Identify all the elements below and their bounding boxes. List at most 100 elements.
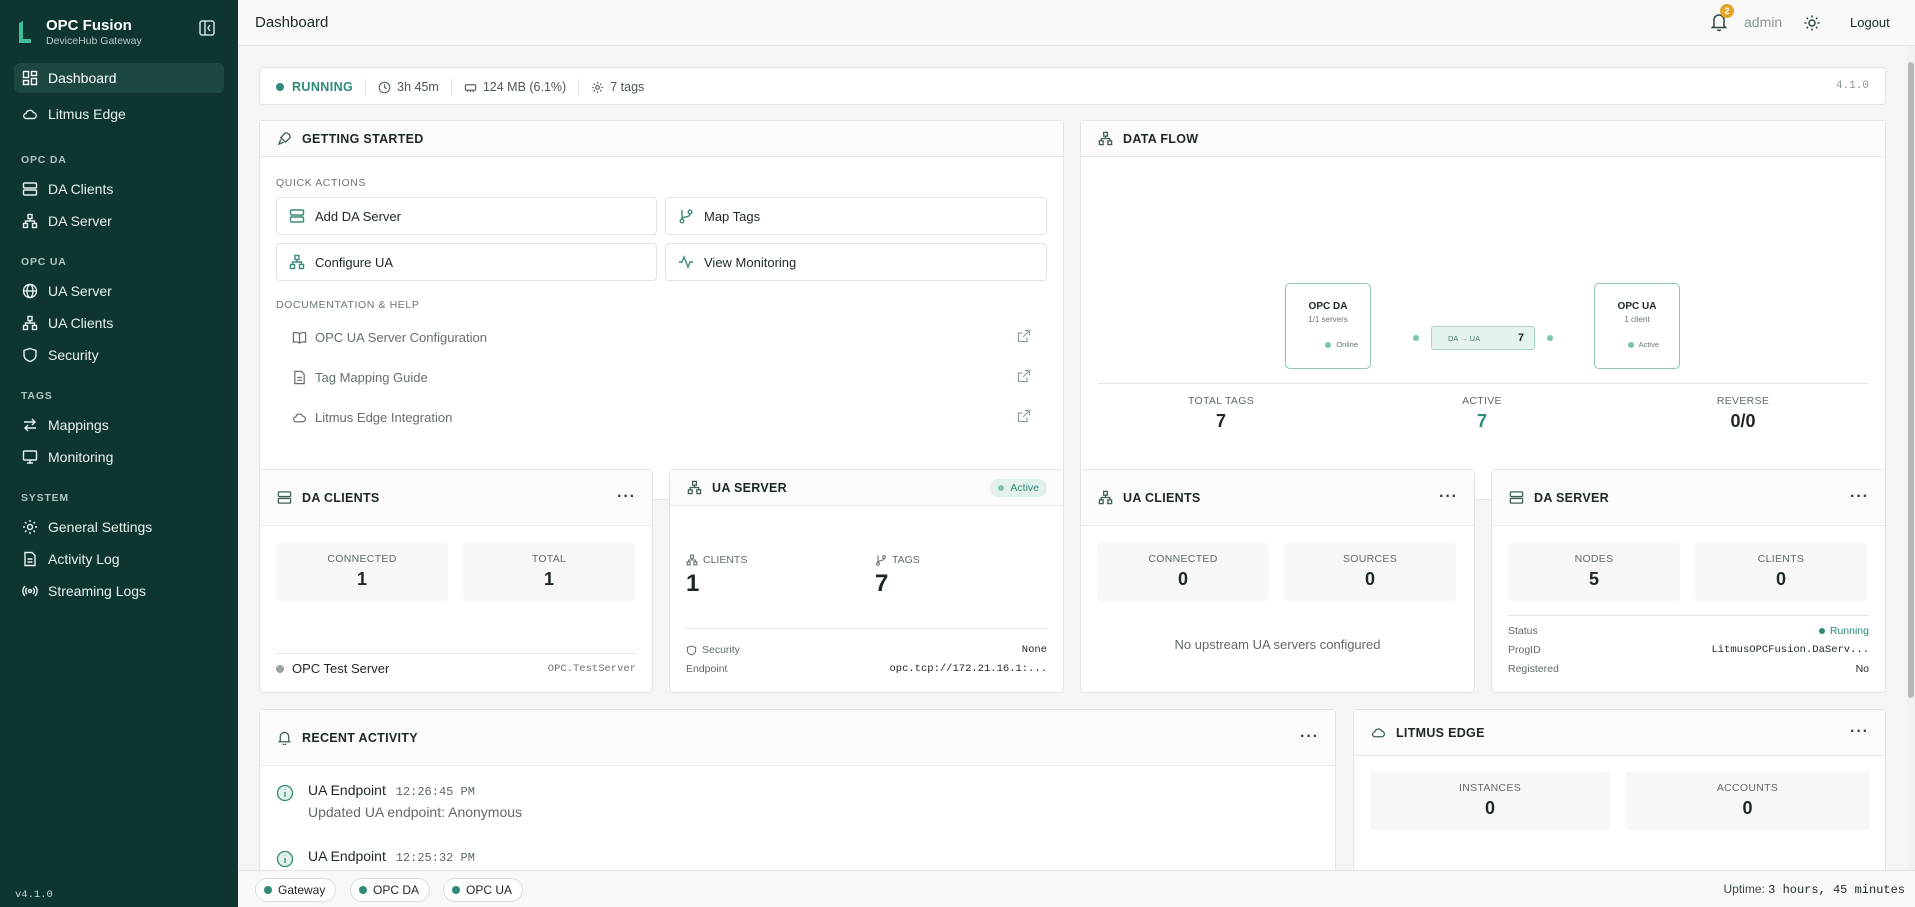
activity-title: UA Endpoint: [308, 848, 386, 864]
scrollbar-thumb[interactable]: [1908, 62, 1914, 698]
status-uptime: 3h 45m: [397, 80, 439, 94]
sidebar-item-general-settings[interactable]: General Settings: [14, 512, 224, 542]
dashboard-icon: [22, 70, 38, 86]
status-tags: 7 tags: [610, 80, 645, 94]
status-row: Status Running: [1508, 625, 1869, 637]
more-options-icon[interactable]: ···: [1439, 488, 1458, 506]
rocket-icon: [277, 132, 291, 146]
stat-accounts: ACCOUNTS 0: [1625, 772, 1870, 830]
list-item[interactable]: OPC Test Server OPC.TestServer: [276, 661, 636, 676]
stat-total: TOTAL 1: [463, 543, 635, 601]
sidebar-item-litmus-edge[interactable]: Litmus Edge: [14, 99, 224, 129]
add-da-server-button[interactable]: Add DA Server: [276, 197, 657, 235]
sidebar-item-da-clients[interactable]: DA Clients: [14, 174, 224, 204]
card-header: UA SERVER Active: [670, 470, 1063, 506]
stat-connected: CONNECTED 1: [276, 543, 448, 601]
stat-clients: CLIENTS 0: [1695, 543, 1867, 601]
kv-label: ProgID: [1508, 644, 1541, 656]
pill-label: OPC DA: [373, 883, 420, 897]
sidebar-collapse-icon[interactable]: [198, 19, 216, 37]
page-title: Dashboard: [255, 14, 329, 31]
sidebar-item-streaming-logs[interactable]: Streaming Logs: [14, 576, 224, 606]
card-title: RECENT ACTIVITY: [302, 730, 418, 745]
server-icon: [22, 182, 38, 196]
network-icon: [22, 213, 38, 229]
cloud-icon: [23, 109, 37, 120]
main-scrollbar[interactable]: [1907, 46, 1915, 870]
sidebar-item-label: Litmus Edge: [48, 106, 126, 122]
server-name: OPC Test Server: [292, 661, 390, 676]
stat-label: CONNECTED: [327, 553, 397, 565]
sidebar-item-activity-log[interactable]: Activity Log: [14, 544, 224, 574]
stat-label: ACCOUNTS: [1716, 782, 1779, 794]
sidebar-section-system: SYSTEM: [21, 492, 69, 504]
logout-button[interactable]: Logout: [1850, 15, 1890, 30]
sidebar-item-dashboard[interactable]: Dashboard: [14, 63, 224, 93]
docs-heading: DOCUMENTATION & HELP: [276, 299, 420, 311]
opc-ua-status-pill[interactable]: OPC UA: [443, 878, 524, 902]
sun-icon[interactable]: [1803, 14, 1821, 32]
configure-ua-button[interactable]: Configure UA: [276, 243, 657, 281]
sidebar-item-mappings[interactable]: Mappings: [14, 410, 224, 440]
sidebar-item-label: UA Server: [48, 283, 112, 299]
stat-value: 0/0: [1730, 411, 1756, 431]
status-footer: Gateway OPC DA OPC UA Uptime: 3 hours, 4…: [238, 870, 1915, 907]
sidebar-item-ua-server[interactable]: UA Server: [14, 276, 224, 306]
flow-node-title: OPC UA: [1617, 301, 1657, 312]
kv-label: Registered: [1508, 663, 1559, 675]
external-link-icon[interactable]: [1017, 409, 1031, 423]
stat-value: 7: [1215, 411, 1226, 431]
branch-icon: [679, 209, 693, 224]
network-icon: [22, 315, 38, 331]
notification-badge: 2: [1720, 4, 1734, 18]
stat-label: CONNECTED: [1148, 553, 1218, 565]
opc-da-status-pill[interactable]: OPC DA: [350, 878, 431, 902]
sidebar: OPC Fusion DeviceHub Gateway Dashboard L…: [0, 0, 238, 907]
registered-row: Registered No: [1508, 663, 1869, 675]
user-name[interactable]: admin: [1744, 14, 1782, 30]
endpoint-value[interactable]: opc.tcp://172.21.16.1:...: [889, 663, 1047, 675]
sidebar-item-security[interactable]: Security: [14, 340, 224, 370]
flow-node-opc-da[interactable]: OPC DA 1/1 servers Online: [1285, 283, 1371, 369]
stat-value: 1: [356, 569, 367, 589]
flow-link[interactable]: DA → UA 7: [1431, 326, 1535, 350]
doc-link-ua-server-config[interactable]: OPC UA Server Configuration: [292, 327, 1031, 347]
status-dot: [264, 886, 272, 894]
doc-link-litmus-edge[interactable]: Litmus Edge Integration: [292, 407, 1031, 427]
da-server-card: DA SERVER ··· NODES 5 CLIENTS 0 Status R…: [1491, 469, 1886, 693]
server-icon: [289, 209, 305, 223]
card-header: RECENT ACTIVITY ···: [260, 710, 1335, 766]
external-link-icon[interactable]: [1017, 329, 1031, 343]
external-link-icon[interactable]: [1017, 369, 1031, 383]
server-status-dot: [276, 664, 284, 673]
globe-icon: [22, 283, 38, 299]
ua-server-card: UA SERVER Active CLIENTS 1 TAGS 7 Securi…: [669, 469, 1064, 693]
network-icon: [1098, 490, 1113, 505]
flow-link-dot-left: [1413, 335, 1419, 341]
brand[interactable]: OPC Fusion DeviceHub Gateway: [16, 12, 142, 52]
view-monitoring-button[interactable]: View Monitoring: [665, 243, 1047, 281]
sidebar-item-monitoring[interactable]: Monitoring: [14, 442, 224, 472]
more-options-icon[interactable]: ···: [1850, 488, 1869, 506]
flow-stat-total-tags: TOTAL TAGS 7: [1141, 395, 1301, 432]
flow-node-opc-ua[interactable]: OPC UA 1 client Active: [1594, 283, 1680, 369]
card-header: GETTING STARTED: [260, 121, 1063, 157]
doc-link-label: Tag Mapping Guide: [315, 369, 428, 385]
sidebar-item-label: Streaming Logs: [48, 583, 147, 599]
doc-link-tag-mapping[interactable]: Tag Mapping Guide: [292, 367, 1031, 387]
more-options-icon[interactable]: ···: [1300, 728, 1319, 746]
security-row: Security None: [686, 644, 1047, 656]
gateway-status-pill[interactable]: Gateway: [255, 878, 337, 902]
more-options-icon[interactable]: ···: [1850, 723, 1869, 741]
data-flow-card: DATA FLOW OPC DA 1/1 servers Online DA →…: [1080, 120, 1886, 500]
more-options-icon[interactable]: ···: [617, 488, 636, 506]
sidebar-item-da-server[interactable]: DA Server: [14, 206, 224, 236]
button-label: View Monitoring: [704, 254, 797, 270]
stat-nodes: NODES 5: [1508, 543, 1680, 601]
sidebar-section-opc-da: OPC DA: [21, 154, 67, 166]
stat-label: SOURCES: [1342, 553, 1398, 565]
status-memory: 124 MB (6.1%): [482, 80, 567, 94]
da-clients-card: DA CLIENTS ··· CONNECTED 1 TOTAL 1 OPC T…: [259, 469, 653, 693]
map-tags-button[interactable]: Map Tags: [665, 197, 1047, 235]
sidebar-item-ua-clients[interactable]: UA Clients: [14, 308, 224, 338]
